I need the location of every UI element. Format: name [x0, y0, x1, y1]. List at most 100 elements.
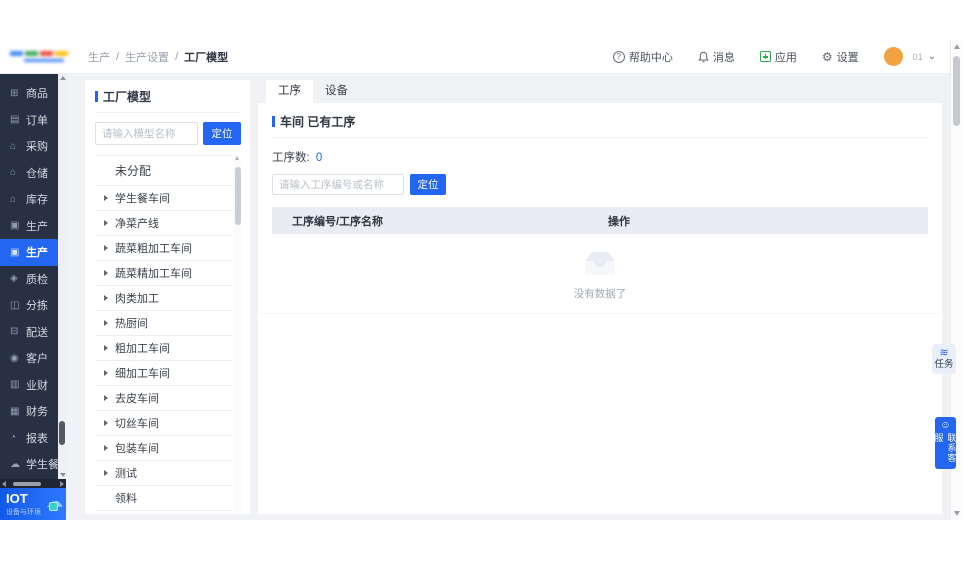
- expand-arrow-icon[interactable]: [104, 370, 108, 376]
- sidebar-item-quality[interactable]: ◈ 质检: [0, 266, 66, 293]
- expand-arrow-icon[interactable]: [104, 245, 108, 251]
- tab-process[interactable]: 工序: [266, 80, 313, 103]
- expand-arrow-icon[interactable]: [104, 345, 108, 351]
- expand-arrow-icon[interactable]: [104, 270, 108, 276]
- contact-service-button[interactable]: ☺ 联系客服: [934, 417, 957, 469]
- sidebar-item-reports[interactable]: ◔ 报表: [0, 425, 66, 452]
- purchase-icon: ⌂: [10, 140, 17, 152]
- iot-subtitle: 设备与环境: [6, 508, 41, 516]
- apps-button[interactable]: 应用: [759, 49, 797, 65]
- apps-icon: [759, 51, 771, 62]
- scroll-right-icon[interactable]: [60, 481, 64, 487]
- model-locate-button[interactable]: 定位: [203, 122, 241, 145]
- tree-item[interactable]: 粗加工车间: [95, 336, 233, 361]
- breadcrumb-item[interactable]: 生产设置: [125, 49, 169, 65]
- quality-icon: ◈: [10, 273, 18, 285]
- tree-item[interactable]: 领料: [95, 486, 233, 511]
- expand-arrow-icon[interactable]: [104, 220, 108, 226]
- iot-banner[interactable]: IOT 设备与环境 ☁: [0, 488, 66, 520]
- workshop-tree: 未分配 学生餐车间 净菜产线 蔬菜粗加工车间 蔬菜精加工车间 肉类加工 热厨间 …: [95, 155, 241, 514]
- title-accent-bar: [272, 116, 275, 127]
- sidebar-item-goods[interactable]: ⊞ 商品: [0, 80, 66, 107]
- help-icon: ?: [612, 50, 625, 63]
- tree-item[interactable]: 测试: [95, 461, 233, 486]
- empty-box-icon: [585, 252, 615, 275]
- expand-arrow-icon[interactable]: [104, 470, 108, 476]
- scroll-down-icon[interactable]: [953, 511, 960, 516]
- tree-item[interactable]: 包装车间: [95, 436, 233, 461]
- task-label: 任务: [934, 359, 954, 370]
- sidebar-item-production-active[interactable]: ▣ 生产: [0, 239, 66, 266]
- table-header: 工序编号/工序名称 操作: [272, 207, 928, 234]
- tree-item[interactable]: 去皮车间: [95, 386, 233, 411]
- breadcrumb-item[interactable]: 生产: [88, 49, 110, 65]
- tree-item[interactable]: 热厨间: [95, 311, 233, 336]
- goods-icon: ⊞: [10, 87, 19, 99]
- app-logo[interactable]: [0, 40, 78, 73]
- sidebar-item-warehouse[interactable]: ⌂ 仓储: [0, 160, 66, 187]
- scrollbar-thumb[interactable]: [953, 56, 960, 126]
- scroll-up-icon[interactable]: [953, 44, 960, 49]
- process-search-input[interactable]: [272, 174, 404, 195]
- sidebar-item-customers[interactable]: ◉ 客户: [0, 345, 66, 372]
- scroll-up-icon[interactable]: [235, 156, 239, 160]
- scroll-down-icon[interactable]: [59, 473, 66, 477]
- user-menu[interactable]: 01 ⌄: [883, 47, 936, 66]
- scrollbar-thumb[interactable]: [234, 167, 241, 225]
- help-center-label: 帮助中心: [628, 51, 673, 64]
- sidebar-vertical-scrollbar[interactable]: [58, 74, 66, 479]
- sidebar-item-finance[interactable]: ▦ 财务: [0, 398, 66, 425]
- sidebar-item-inventory[interactable]: ⌂ 库存: [0, 186, 66, 213]
- tree-scrollbar[interactable]: [234, 155, 241, 514]
- tree-item[interactable]: 细加工车间: [95, 361, 233, 386]
- tree-item[interactable]: 切丝车间: [95, 411, 233, 436]
- settings-label: 设置: [836, 51, 859, 64]
- scroll-up-icon[interactable]: [59, 76, 66, 80]
- tab-bar: 工序 设备: [258, 80, 942, 103]
- help-center-button[interactable]: ? 帮助中心: [612, 49, 673, 65]
- iot-title: IOT: [6, 490, 28, 506]
- inventory-icon: ⌂: [10, 193, 17, 205]
- sidebar-item-production[interactable]: ▣ 生产: [0, 213, 66, 240]
- process-count-label: 工序数:: [272, 152, 310, 164]
- process-locate-button[interactable]: 定位: [410, 174, 446, 195]
- apps-label: 应用: [774, 51, 797, 64]
- model-search-input[interactable]: [95, 122, 198, 145]
- tree-item[interactable]: 学生餐车间: [95, 186, 233, 211]
- tree-item[interactable]: 三楼车间: [95, 511, 233, 514]
- scrollbar-thumb[interactable]: [59, 421, 65, 445]
- chevron-down-icon: ⌄: [927, 51, 936, 62]
- logo-image: [10, 51, 68, 62]
- tree-item[interactable]: 蔬菜粗加工车间: [95, 236, 233, 261]
- scroll-left-icon[interactable]: [2, 481, 6, 487]
- tree-item[interactable]: 蔬菜精加工车间: [95, 261, 233, 286]
- sidebar-horizontal-scrollbar[interactable]: [0, 479, 66, 488]
- sidebar-item-sorting[interactable]: ◫ 分拣: [0, 292, 66, 319]
- sidebar-item-delivery[interactable]: ⊟ 配送: [0, 319, 66, 346]
- task-float-button[interactable]: ≋ 任务: [932, 344, 956, 374]
- bell-icon: [698, 51, 709, 63]
- scrollbar-thumb[interactable]: [13, 481, 41, 486]
- settings-button[interactable]: ⚙ 设置: [822, 49, 859, 65]
- tree-item[interactable]: 肉类加工: [95, 286, 233, 311]
- breadcrumb-current: 工厂模型: [184, 51, 229, 64]
- production-icon: ▣: [10, 220, 20, 232]
- sidebar-item-orders[interactable]: ▤ 订单: [0, 107, 66, 134]
- sidebar-item-business-finance[interactable]: ▥ 业财: [0, 372, 66, 399]
- expand-arrow-icon[interactable]: [104, 320, 108, 326]
- column-header-actions: 操作: [608, 215, 630, 228]
- student-meal-icon: ☁: [10, 458, 20, 470]
- expand-arrow-icon[interactable]: [104, 295, 108, 301]
- expand-arrow-icon[interactable]: [104, 445, 108, 451]
- expand-arrow-icon[interactable]: [104, 420, 108, 426]
- sidebar-item-purchase[interactable]: ⌂ 采购: [0, 133, 66, 160]
- tree-item-unassigned[interactable]: 未分配: [95, 155, 233, 186]
- expand-arrow-icon[interactable]: [104, 195, 108, 201]
- messages-button[interactable]: 消息: [698, 49, 735, 65]
- sidebar-item-student-meal[interactable]: ☁ 学生餐: [0, 451, 66, 478]
- factory-model-title: 工厂模型: [103, 90, 152, 104]
- tab-equipment[interactable]: 设备: [313, 80, 360, 103]
- layers-icon: ≋: [939, 347, 949, 359]
- tree-item[interactable]: 净菜产线: [95, 211, 233, 236]
- expand-arrow-icon[interactable]: [104, 395, 108, 401]
